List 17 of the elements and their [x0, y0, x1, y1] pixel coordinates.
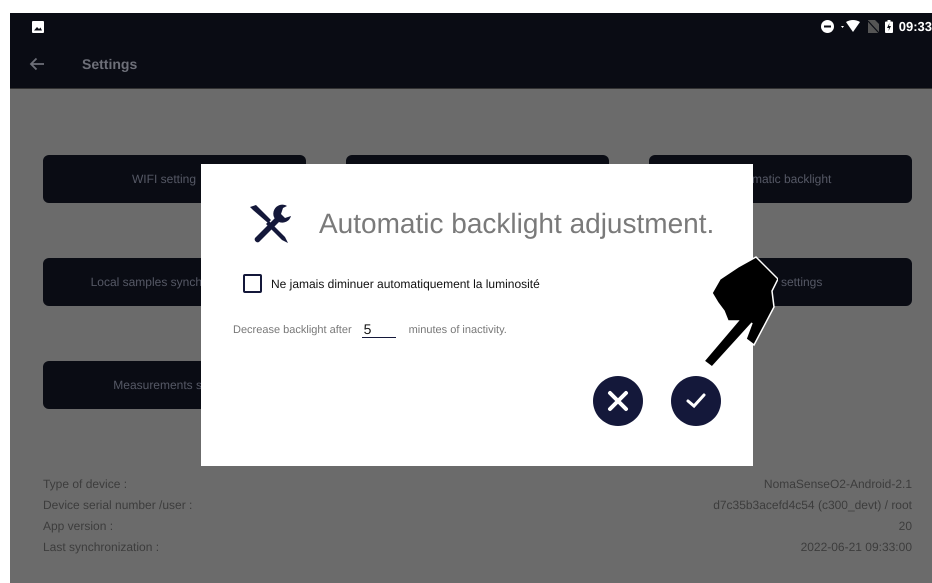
- image-icon: [32, 20, 44, 32]
- wifi-icon: [840, 20, 862, 33]
- clock-time: 09:33: [898, 19, 932, 34]
- minutes-input-field[interactable]: 5: [362, 321, 396, 338]
- confirm-button[interactable]: [671, 376, 721, 426]
- checkbox[interactable]: [243, 274, 262, 293]
- dialog-title: Automatic backlight adjustment.: [319, 208, 714, 240]
- delay-unit-label: minutes of inactivity.: [408, 324, 507, 336]
- screen-title: Settings: [82, 56, 138, 72]
- do-not-disturb-icon: [820, 20, 834, 33]
- back-arrow-icon[interactable]: [29, 57, 45, 71]
- delay-label: Decrease backlight after: [233, 324, 352, 336]
- checkmark-icon: [685, 392, 707, 410]
- close-icon: [607, 390, 629, 412]
- battery-icon: [884, 20, 893, 33]
- no-sim-icon: [868, 20, 879, 33]
- cancel-button[interactable]: [593, 376, 643, 426]
